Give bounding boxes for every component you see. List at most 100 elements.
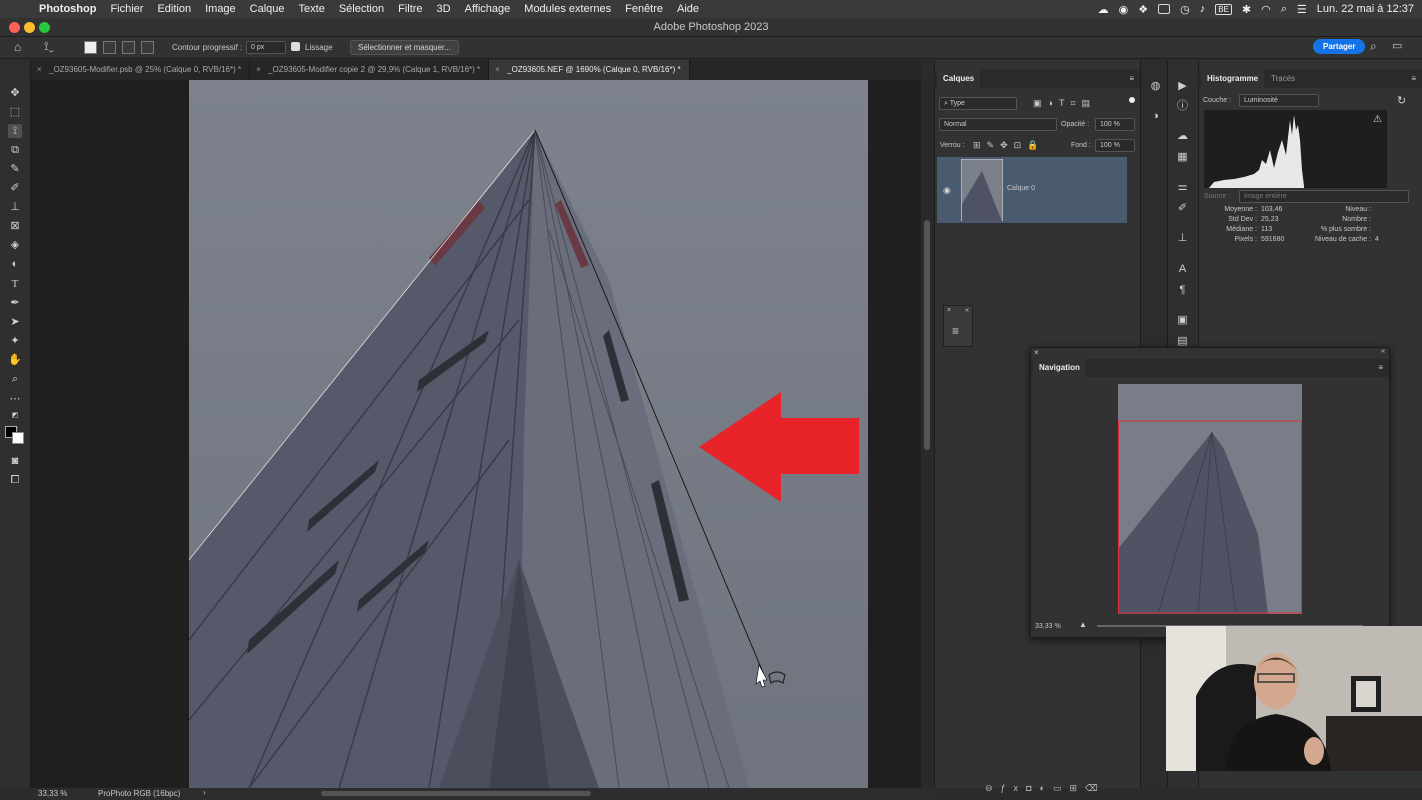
properties-icon[interactable]: ≡ <box>952 324 959 338</box>
fx-icon[interactable]: ƒx <box>1001 783 1027 793</box>
tab-document-3[interactable]: × _OZ93605.NEF @ 1690% (Calque 0, RVB/16*… <box>489 60 690 80</box>
custom-shape-icon[interactable]: ✦ <box>8 334 22 348</box>
status-zoom[interactable]: 33,33 % <box>38 789 67 798</box>
lock-icons[interactable]: ⊞✎✥⊡🔒 <box>973 140 1044 151</box>
quick-mask-icon[interactable]: ◙ <box>8 454 22 468</box>
select-and-mask-button[interactable]: Sélectionner et masquer... <box>350 40 459 55</box>
stamp-icon[interactable]: ⊥ <box>8 200 22 214</box>
zoom-icon[interactable]: ⌕ <box>8 372 22 386</box>
tab-document-2[interactable]: × _OZ93605-Modifier copie 2 @ 29,9% (Calq… <box>250 60 490 80</box>
close-window-button[interactable] <box>9 22 20 33</box>
scrollbar-thumb[interactable] <box>924 220 930 450</box>
close-icon[interactable]: × <box>1034 348 1039 357</box>
menu-filtre[interactable]: Filtre <box>391 3 429 15</box>
character-icon[interactable]: A <box>1176 263 1189 276</box>
filter-toggle-icon[interactable] <box>1129 97 1135 103</box>
navigation-thumbnail[interactable] <box>1118 384 1302 614</box>
tab-calques[interactable]: Calques <box>937 70 981 88</box>
new-layer-icon[interactable]: ⊞ <box>1069 783 1085 793</box>
tab-document-1[interactable]: × _OZ93605-Modifier.psb @ 25% (Calque 0, … <box>31 60 251 80</box>
layer-filter-icons[interactable]: ▣◑T⌗▤ <box>1033 98 1096 109</box>
color-icon[interactable]: ◍ <box>1149 80 1162 93</box>
share-button[interactable]: Partager <box>1313 39 1366 54</box>
adjustment-icon[interactable]: ◐ <box>1040 783 1053 793</box>
default-colors-icon[interactable]: ◩ ⇄ <box>8 409 22 433</box>
source-select[interactable]: Image entière <box>1239 190 1409 203</box>
menu-aide[interactable]: Aide <box>670 3 706 15</box>
chevron-right-icon[interactable]: › <box>203 788 206 797</box>
refresh-icon[interactable]: ↻ <box>1397 94 1406 107</box>
fill-input[interactable]: 100 % <box>1095 139 1135 152</box>
sliders-icon[interactable]: ⚌ <box>1176 181 1189 194</box>
lasso-tool-preset-icon[interactable]: ⟟⌄ <box>44 39 54 54</box>
paragraph-icon[interactable]: ¶ <box>1176 284 1189 297</box>
input-source-badge[interactable]: BE <box>1215 3 1232 15</box>
workspace-icon[interactable]: ▭ <box>1392 39 1402 52</box>
close-icon[interactable]: × <box>495 60 500 80</box>
layer-row[interactable]: ◉ Calque 0 <box>937 157 1127 223</box>
volume-icon[interactable]: ♪ <box>1200 3 1206 15</box>
move-icon[interactable]: ✥ <box>8 86 22 100</box>
spotlight-search-icon[interactable]: ⌕ <box>1281 3 1287 16</box>
opacity-input[interactable]: 100 % <box>1095 118 1135 131</box>
menu-fichier[interactable]: Fichier <box>103 3 150 15</box>
eraser-icon[interactable]: ◈ <box>8 238 22 252</box>
layer-filter-select[interactable]: ⌕ Type <box>939 97 1017 110</box>
close-icon[interactable]: × <box>256 60 261 80</box>
play-icon[interactable]: ▶ <box>1176 80 1189 93</box>
swatches-icon[interactable]: ◑ <box>1149 110 1162 123</box>
path-select-icon[interactable]: ➤ <box>8 315 22 329</box>
panel-menu-icon[interactable]: ≡ <box>1411 74 1416 83</box>
close-icon[interactable]: × <box>37 60 42 80</box>
lasso-icon[interactable]: ⟟ <box>8 124 22 138</box>
panel-menu-icon[interactable]: ≡ <box>1378 363 1383 372</box>
trash-icon[interactable]: ⌫ <box>1085 783 1106 793</box>
nav-zoom-value[interactable]: 33,33 % <box>1035 623 1061 630</box>
eye-icon[interactable]: ◉ <box>943 185 951 196</box>
feather-input[interactable]: 0 px <box>246 41 286 54</box>
clock-icon[interactable]: ◷ <box>1180 3 1190 16</box>
eyedropper-icon[interactable]: ✎ <box>8 162 22 176</box>
menu-calque[interactable]: Calque <box>243 3 292 15</box>
clone-source-icon[interactable]: ⊥ <box>1176 232 1189 245</box>
brush-icon[interactable]: ✐ <box>8 181 22 195</box>
grid-icon[interactable]: ▦ <box>1176 151 1189 164</box>
add-selection-icon[interactable] <box>103 41 116 54</box>
menu-3d[interactable]: 3D <box>430 3 458 15</box>
wifi-icon[interactable]: ◠ <box>1261 3 1271 16</box>
document-canvas[interactable] <box>31 80 921 788</box>
layer-thumbnail[interactable] <box>961 159 1003 221</box>
tab-navigation[interactable]: Navigation <box>1033 359 1086 377</box>
menu-fenetre[interactable]: Fenêtre <box>618 3 670 15</box>
horizontal-scroll-thumb[interactable] <box>321 791 591 796</box>
libraries-icon[interactable]: ☁ <box>1176 130 1189 143</box>
bluetooth-icon[interactable]: ✱ <box>1242 3 1251 16</box>
battery-icon[interactable] <box>1158 4 1171 14</box>
panel-menu-icon[interactable]: ≡ <box>1129 74 1134 83</box>
styles-icon[interactable]: ▣ <box>1176 314 1189 327</box>
blend-mode-select[interactable]: Normal <box>939 118 1057 131</box>
menu-texte[interactable]: Texte <box>292 3 332 15</box>
pen-icon[interactable]: ✒ <box>8 296 22 310</box>
new-selection-icon[interactable] <box>84 41 97 54</box>
control-center-icon[interactable]: ☰ <box>1297 3 1307 16</box>
mask-icon[interactable]: ◘ <box>1026 783 1039 793</box>
warning-icon[interactable]: ⚠ <box>1373 114 1382 125</box>
home-icon[interactable]: ⌂ <box>14 40 21 54</box>
antialias-checkbox[interactable] <box>291 42 300 51</box>
menu-clock[interactable]: Lun. 22 mai à 12:37 <box>1317 3 1414 15</box>
subtract-selection-icon[interactable] <box>122 41 135 54</box>
menu-edition[interactable]: Edition <box>150 3 198 15</box>
marquee-icon[interactable]: ⬚ <box>8 105 22 119</box>
close-icon[interactable]: × <box>947 307 951 314</box>
search-icon[interactable]: ⌕ <box>1370 39 1377 54</box>
channel-select[interactable]: Luminosité <box>1239 94 1319 107</box>
collapse-icon[interactable]: « <box>965 307 969 314</box>
frame-icon[interactable]: ⊠ <box>8 219 22 233</box>
intersect-selection-icon[interactable] <box>141 41 154 54</box>
menu-modules-externes[interactable]: Modules externes <box>517 3 618 15</box>
menu-selection[interactable]: Sélection <box>332 3 391 15</box>
tab-traces[interactable]: Tracés <box>1265 70 1301 88</box>
dropbox-icon[interactable]: ❖ <box>1138 3 1148 16</box>
brush-settings-icon[interactable]: ✐ <box>1176 202 1189 215</box>
